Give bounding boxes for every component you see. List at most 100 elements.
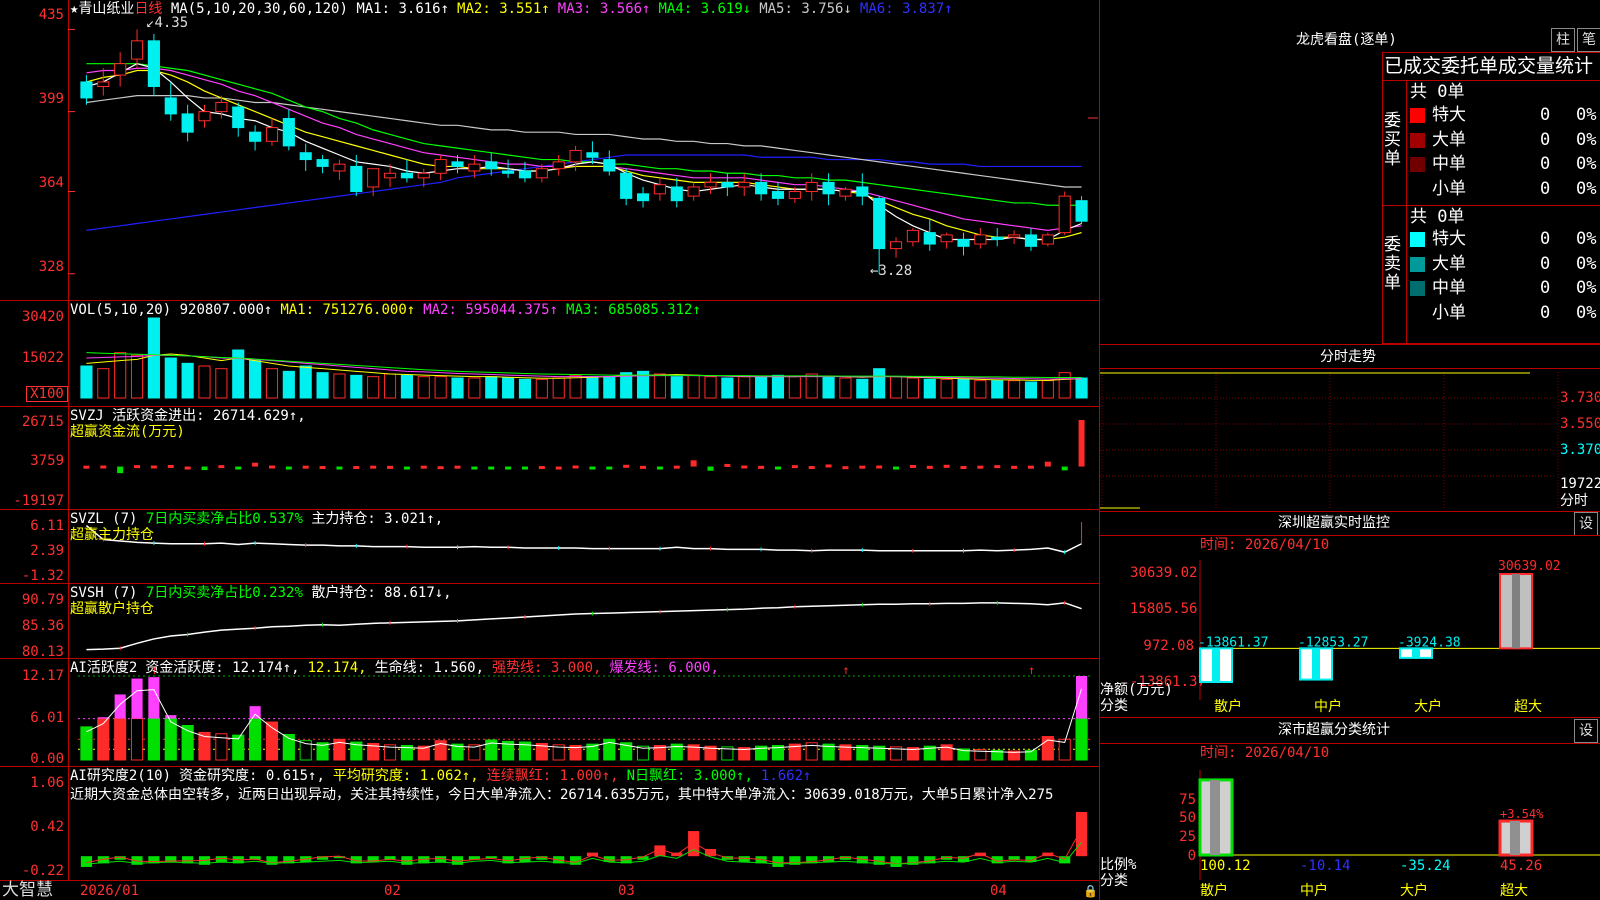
- candle-body: [333, 163, 346, 172]
- svzj-bar: [420, 465, 427, 469]
- buy-row-count: 0: [1540, 154, 1551, 174]
- divider: [1382, 205, 1600, 206]
- svzj-axis-label: -19197: [13, 493, 64, 509]
- volume-bar: [839, 377, 852, 399]
- ai2-legend-item: N日飘红: 3.000↑,: [626, 768, 753, 784]
- ai1-legend-item: 资金活跃度: 12.174↑,: [145, 660, 300, 676]
- volume-bar: [974, 380, 987, 399]
- svzj-bar: [150, 465, 157, 469]
- ai1-signal-arrow: ↑: [842, 663, 849, 677]
- divider: [1100, 717, 1600, 718]
- ai2-bar: [890, 856, 902, 867]
- candle-body: [181, 113, 194, 133]
- vol-legend-item: 920807.000↑: [179, 302, 273, 318]
- sell-row-color-swatch: [1410, 306, 1425, 321]
- cls-settings-button[interactable]: 设: [1574, 719, 1598, 743]
- buy-orders-label: 委买单: [1384, 111, 1401, 169]
- volume-bar: [991, 380, 1004, 399]
- candle-body: [215, 101, 228, 113]
- svzj-bar: [454, 465, 461, 469]
- buy-row-color-swatch: [1410, 182, 1425, 197]
- tab-bi[interactable]: 笔: [1577, 28, 1600, 52]
- ai2-legend-item: AI研究度2(10): [70, 768, 172, 784]
- buy-row-label: 特大: [1432, 105, 1466, 125]
- chart-canvas[interactable]: ↑ ↑ ↑: [0, 0, 1100, 900]
- svzl-line: [85, 524, 1082, 553]
- price-axis-label: 399: [38, 91, 64, 107]
- price-legend: ★青山纸业日线 MA(5,10,20,30,60,120) MA1: 3.616…: [70, 1, 961, 17]
- ai2-axis-label: -0.22: [21, 863, 64, 879]
- buy-row-pct: 0%: [1576, 178, 1597, 199]
- sz-left-label: 分类: [1100, 698, 1128, 714]
- cls-cat-label: 大户: [1400, 883, 1428, 899]
- candle-body: [1075, 200, 1088, 222]
- ai1-bar: [1075, 718, 1088, 761]
- svzj-bar: [285, 466, 292, 470]
- buy-row-label: 中单: [1432, 154, 1466, 174]
- ai1-axis-label: 12.17: [21, 668, 64, 684]
- volume-bar: [400, 374, 413, 399]
- candle-body: [839, 188, 852, 197]
- svsh-holding: 散户持仓: 88.617↓,: [311, 585, 452, 601]
- buy-row-pct: 0%: [1576, 154, 1597, 174]
- cls-time: 时间: 2026/04/10: [1200, 745, 1330, 761]
- svzj-bar: [1027, 465, 1034, 469]
- ai1-axis-label: 6.01: [30, 710, 64, 726]
- date-axis-label: 02: [384, 883, 401, 899]
- fenshi-axis-label: 19722: [1560, 476, 1600, 492]
- ma-legend-item: MA1: 3.616↑: [356, 1, 450, 17]
- volume-bar: [1024, 381, 1038, 399]
- volume-bar: [755, 376, 768, 399]
- sell-row-color-swatch: [1410, 232, 1425, 247]
- ma-legend-item: MA3: 3.566↑: [557, 1, 651, 17]
- candle-body: [906, 229, 919, 243]
- volume-bar: [164, 357, 177, 399]
- stock-name: 青山纸业: [78, 1, 135, 17]
- sz-settings-button[interactable]: 设: [1574, 512, 1598, 536]
- ai1-bar: [97, 718, 110, 761]
- candle-body: [97, 81, 110, 88]
- candle-body: [265, 127, 279, 142]
- candle-body: [249, 131, 262, 142]
- candle-body: [1024, 234, 1038, 247]
- svzj-bar: [505, 466, 512, 470]
- svsh-title: SVSH (7) 7日内买卖净占比0.232% 散户持仓: 88.617↓,: [70, 585, 452, 601]
- cls-value: -10.14: [1300, 858, 1351, 874]
- cls-left-label: 比例%: [1100, 857, 1137, 873]
- svzj-bar: [100, 465, 107, 469]
- ma-line-ma3: [86, 67, 1082, 231]
- buy-row-pct: 0%: [1576, 129, 1597, 150]
- svzj-bar: [83, 465, 90, 469]
- ai2-legend-item: 资金研究度: 0.615↑,: [179, 768, 325, 784]
- svzj-bar: [791, 465, 798, 469]
- buy-row-count: 0: [1540, 178, 1551, 199]
- cls-axis-label: 50: [1179, 810, 1196, 826]
- vol-legend-item: MA1: 751276.000↑: [280, 302, 416, 318]
- ai1-bar-top: [165, 715, 177, 719]
- ai-research-note: 近期大资金总体由空转多，近两日出现异动，关注其持续性，今日大单净流入：26714…: [70, 787, 1054, 803]
- candle-body: [198, 111, 211, 122]
- svzj-bar: [1061, 466, 1068, 471]
- tab-zhu[interactable]: 柱: [1551, 28, 1575, 52]
- sell-row-color-swatch: [1410, 256, 1425, 272]
- vol-unit-button[interactable]: X100: [26, 386, 68, 402]
- svzj-bar: [538, 466, 545, 470]
- buy-row-color-swatch: [1410, 132, 1425, 148]
- ai1-bar: [164, 718, 177, 761]
- svzj-bar: [572, 465, 579, 469]
- candle-body: [721, 181, 734, 188]
- ma-legend-item: MA6: 3.837↑: [859, 1, 953, 17]
- buy-row-pct: 0%: [1576, 105, 1597, 125]
- lock-icon[interactable]: 🔒: [1083, 883, 1098, 899]
- buy-row-color-swatch: [1410, 157, 1425, 172]
- volume-bar: [434, 376, 447, 399]
- ai2-legend-item: 连续飘红: 1.000↑,: [486, 768, 619, 784]
- svsh-name: SVSH (7): [70, 585, 138, 601]
- candle-body: [873, 197, 886, 250]
- svzj-bar: [876, 465, 883, 469]
- sell-row-color-swatch: [1410, 281, 1425, 296]
- sell-row-label: 特大: [1432, 229, 1466, 249]
- ai1-legend-item: 爆发线: 6.000,: [609, 660, 719, 676]
- sz-cat-label: 大户: [1414, 699, 1442, 715]
- sz-bar-value: -12853.27: [1298, 635, 1368, 650]
